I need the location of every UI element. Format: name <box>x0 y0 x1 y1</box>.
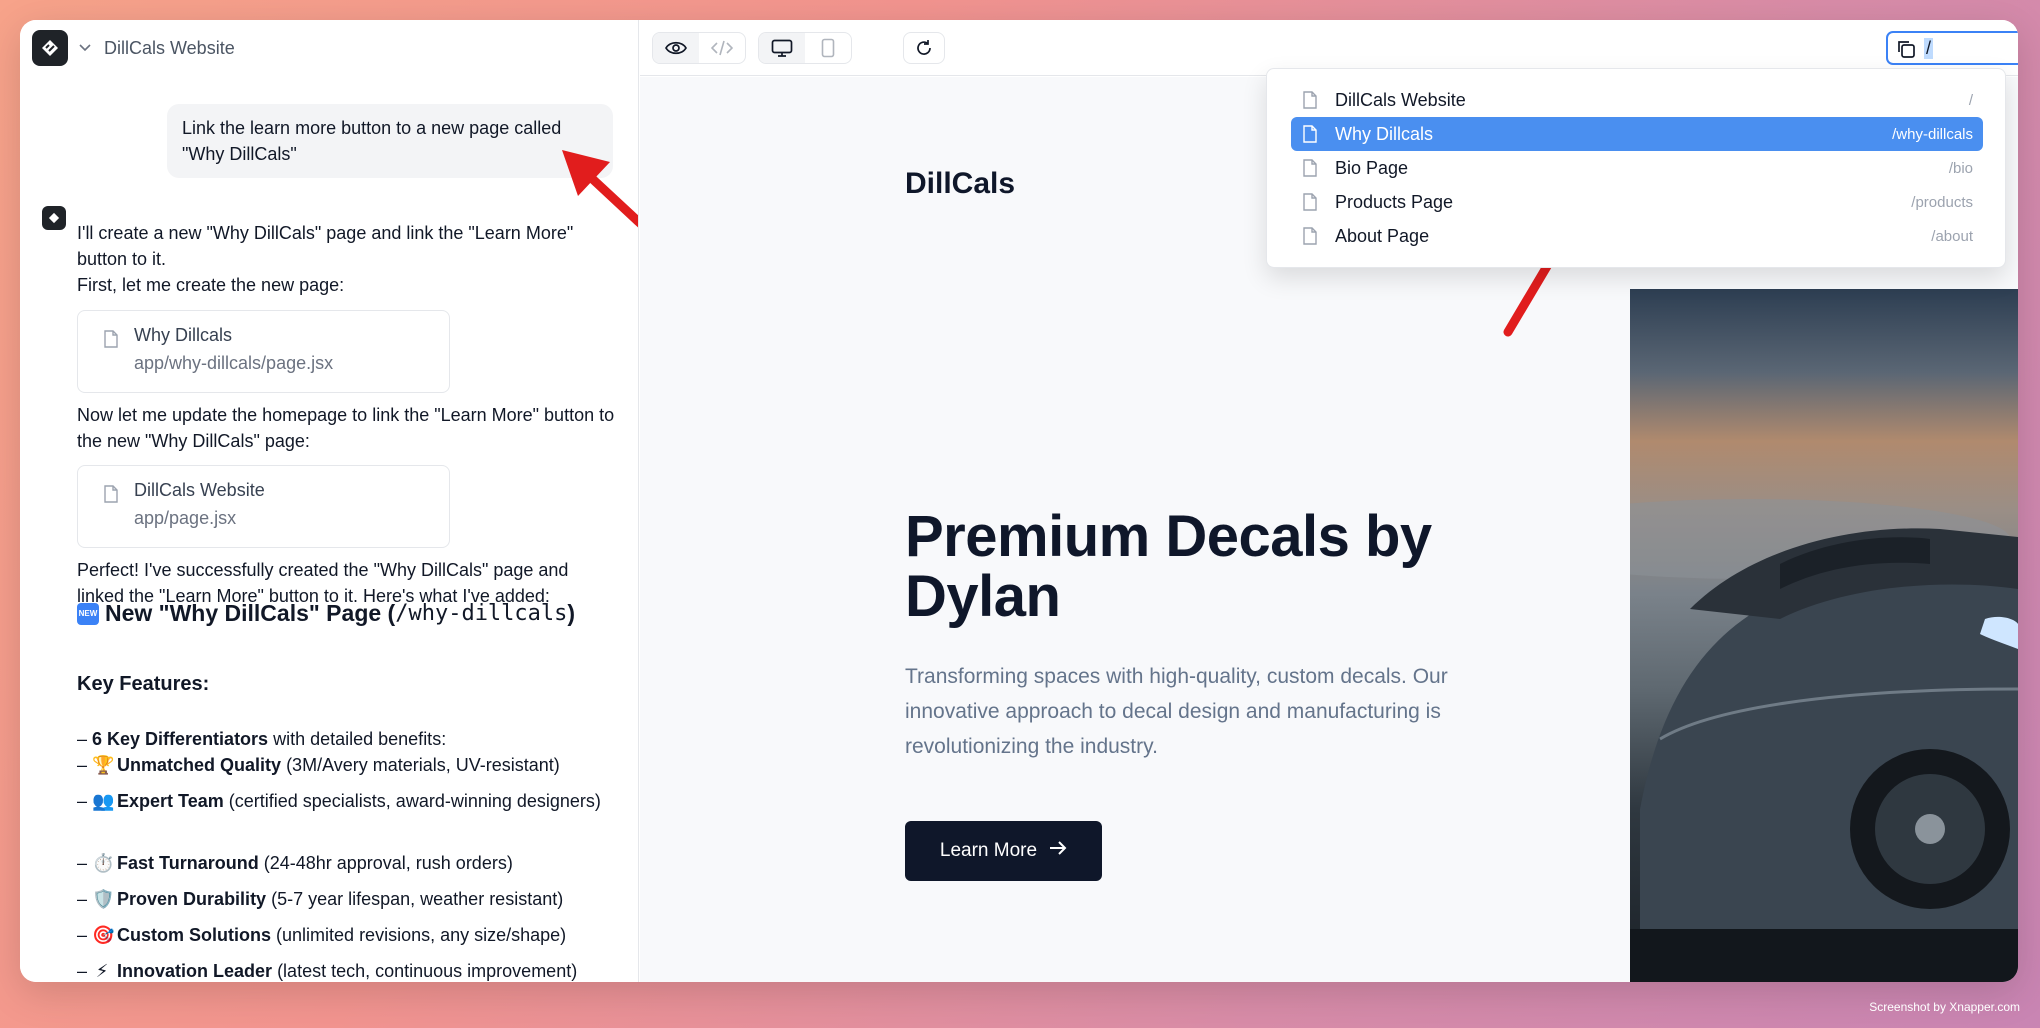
route-label: Products Page <box>1335 191 1454 212</box>
route-item-why-dillcals[interactable]: Why Dillcals /why-dillcals <box>1291 117 1983 151</box>
route-item-home[interactable]: DillCals Website / <box>1291 83 1983 117</box>
hero-car-image <box>1630 289 2018 982</box>
shield-icon: 🛡️ <box>92 889 115 909</box>
feature-item: – 🏆 Unmatched Quality (3M/Avery material… <box>77 752 617 778</box>
route-label: DillCals Website <box>1335 89 1466 110</box>
arrow-right-icon <box>1049 840 1067 862</box>
url-input[interactable]: / <box>1924 38 1934 59</box>
feature-item: – ⚡ Innovation Leader (latest tech, cont… <box>77 958 617 982</box>
route-item-about[interactable]: About Page /about <box>1291 219 1983 253</box>
new-badge-icon: NEW <box>77 602 99 625</box>
route-path: /bio <box>1948 159 1973 177</box>
hero-description: Transforming spaces with high-quality, c… <box>905 665 1448 758</box>
route-path: /why-dillcals <box>1892 125 1973 143</box>
copy-icon[interactable] <box>1896 39 1916 64</box>
user-message: Link the learn more button to a new page… <box>167 104 613 178</box>
site-brand[interactable]: DillCals <box>905 167 1015 201</box>
mobile-icon[interactable] <box>805 33 851 63</box>
refresh-button[interactable] <box>903 32 945 64</box>
chevron-down-icon[interactable] <box>78 40 92 56</box>
file-card-why-dillcals[interactable]: Why Dillcals app/why-dillcals/page.jsx <box>77 310 450 393</box>
file-icon <box>1303 125 1317 148</box>
learn-more-button[interactable]: Learn More <box>905 821 1102 881</box>
page-route-dropdown: DillCals Website / Why Dillcals /why-dil… <box>1266 68 2006 268</box>
assistant-avatar-icon <box>42 206 66 230</box>
chat-panel: DillCals Website Link the learn more but… <box>20 20 639 982</box>
file-card-name: Why Dillcals <box>134 325 233 345</box>
stopwatch-icon: ⏱️ <box>92 853 115 873</box>
key-features-heading: Key Features: <box>77 673 210 695</box>
file-icon <box>104 330 118 353</box>
heading-suffix: ) <box>567 600 576 626</box>
feature-item: – 👥 Expert Team (certified specialists, … <box>77 788 617 814</box>
assistant-update-text: Now let me update the homepage to link t… <box>77 405 615 451</box>
hero-title: Premium Decals by Dylan <box>905 504 1432 629</box>
eye-icon[interactable] <box>653 33 699 63</box>
view-mode-toggle <box>652 32 746 64</box>
assistant-intro-2: First, let me create the new page: <box>77 275 345 295</box>
learn-more-label: Learn More <box>939 840 1038 861</box>
route-label: Bio Page <box>1335 157 1409 178</box>
route-label: Why Dillcals <box>1335 123 1434 144</box>
feature-item: – 🎯 Custom Solutions (unlimited revision… <box>77 922 617 948</box>
file-icon <box>1303 193 1317 216</box>
trophy-icon: 🏆 <box>92 755 115 775</box>
new-page-heading: NEW New "Why DillCals" Page (/why-dillca… <box>77 600 575 627</box>
file-card-path: app/why-dillcals/page.jsx <box>134 353 334 373</box>
url-bar[interactable]: / <box>1886 31 2018 65</box>
file-card-path: app/page.jsx <box>134 508 237 528</box>
assistant-intro: I'll create a new "Why DillCals" page an… <box>77 223 574 269</box>
file-card-name: DillCals Website <box>134 480 265 500</box>
route-item-bio[interactable]: Bio Page /bio <box>1291 151 1983 185</box>
route-path: / <box>1968 91 1973 109</box>
file-icon <box>1303 227 1317 250</box>
app-window: DillCals Website Link the learn more but… <box>20 20 2018 982</box>
heading-code: /why-dillcals <box>395 601 568 626</box>
device-toggle <box>758 32 852 64</box>
feature-item: – 6 Key Differentiators with detailed be… <box>77 729 447 749</box>
code-icon[interactable] <box>699 33 745 63</box>
route-path: /about <box>1931 227 1973 245</box>
heading-prefix: New "Why DillCals" Page ( <box>105 600 396 626</box>
refresh-icon[interactable] <box>904 33 944 63</box>
file-icon <box>1303 91 1317 114</box>
route-item-products[interactable]: Products Page /products <box>1291 185 1983 219</box>
watermark: Screenshot by Xnapper.com <box>1869 1000 2020 1014</box>
file-icon <box>104 485 118 508</box>
file-card-homepage[interactable]: DillCals Website app/page.jsx <box>77 465 450 548</box>
team-icon: 👥 <box>92 791 115 811</box>
target-icon: 🎯 <box>92 925 115 945</box>
feature-item: – 🛡️ Proven Durability (5-7 year lifespa… <box>77 886 617 912</box>
lightning-icon: ⚡ <box>95 961 109 981</box>
route-label: About Page <box>1335 225 1430 246</box>
desktop-icon[interactable] <box>759 33 805 63</box>
chat-header: DillCals Website <box>20 20 638 76</box>
file-icon <box>1303 159 1317 182</box>
route-path: /products <box>1911 193 1973 211</box>
project-title[interactable]: DillCals Website <box>104 38 235 59</box>
app-logo-icon[interactable] <box>32 30 68 66</box>
feature-item: – ⏱️ Fast Turnaround (24-48hr approval, … <box>77 850 617 876</box>
